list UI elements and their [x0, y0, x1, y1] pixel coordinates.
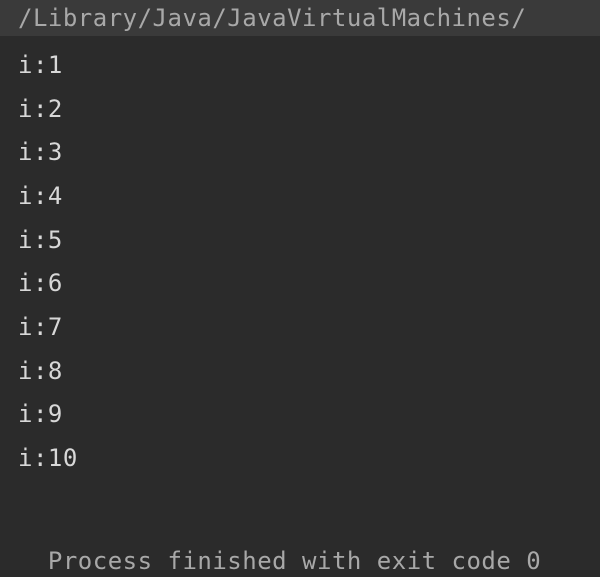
- output-line: i:3: [18, 131, 600, 175]
- output-line: i:6: [18, 262, 600, 306]
- console-output-area: i:1 i:2 i:3 i:4 i:5 i:6 i:7 i:8 i:9 i:10: [0, 36, 600, 481]
- process-status: Process finished with exit code 0: [0, 519, 600, 575]
- output-line: i:2: [18, 88, 600, 132]
- execution-path-text: /Library/Java/JavaVirtualMachines/: [18, 4, 526, 32]
- output-line: i:1: [18, 44, 600, 88]
- process-status-text: Process finished with exit code 0: [48, 547, 541, 575]
- output-line: i:7: [18, 306, 600, 350]
- output-line: i:5: [18, 219, 600, 263]
- output-line: i:9: [18, 393, 600, 437]
- output-line: i:8: [18, 350, 600, 394]
- output-line: i:4: [18, 175, 600, 219]
- output-line: i:10: [18, 437, 600, 481]
- execution-path-header: /Library/Java/JavaVirtualMachines/: [0, 0, 600, 36]
